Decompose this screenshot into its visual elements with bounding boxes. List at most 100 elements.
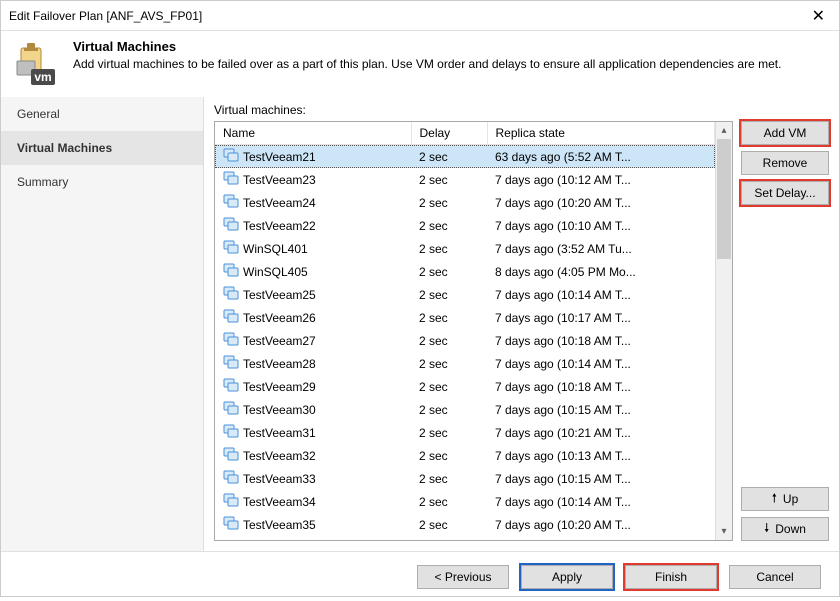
table-row[interactable]: TestVeeam212 sec63 days ago (5:52 AM T..…: [215, 145, 715, 169]
wizard-header: vm Virtual Machines Add virtual machines…: [1, 31, 839, 97]
vm-icon: [223, 193, 239, 212]
vm-name: TestVeeam32: [243, 449, 316, 463]
sidebar-item-virtual-machines[interactable]: Virtual Machines: [1, 131, 203, 165]
vm-icon: [223, 446, 239, 465]
move-down-button[interactable]: 🠗 Down: [741, 517, 829, 541]
move-up-button[interactable]: 🠕 Up: [741, 487, 829, 511]
sidebar-item-general[interactable]: General: [1, 97, 203, 131]
close-icon[interactable]: ✕: [806, 6, 831, 26]
vm-icon: [223, 423, 239, 442]
vm-icon: [223, 400, 239, 419]
add-vm-button[interactable]: Add VM: [741, 121, 829, 145]
table-row[interactable]: TestVeeam312 sec7 days ago (10:21 AM T..…: [215, 421, 715, 444]
move-down-label: Down: [775, 522, 806, 536]
vm-replica-state: 7 days ago (10:21 AM T...: [487, 421, 715, 444]
vm-icon: [223, 239, 239, 258]
table-row[interactable]: TestVeeam33 2 sec7 days ago (10:15 AM T..…: [215, 467, 715, 490]
vm-delay: 2 sec: [411, 283, 487, 306]
vm-delay: 2 sec: [411, 513, 487, 536]
vm-delay: 2 sec: [411, 145, 487, 169]
apply-button[interactable]: Apply: [521, 565, 613, 589]
vm-replica-state: 7 days ago (10:18 AM T...: [487, 329, 715, 352]
table-row[interactable]: TestVeeam322 sec7 days ago (10:13 AM T..…: [215, 444, 715, 467]
vm-name: TestVeeam22: [243, 219, 316, 233]
vm-name: TestVeeam23: [243, 173, 316, 187]
vm-icon: [223, 515, 239, 534]
vm-replica-state: 7 days ago (10:14 AM T...: [487, 352, 715, 375]
col-header-name[interactable]: Name: [215, 122, 411, 145]
table-row[interactable]: TestVeeam262 sec7 days ago (10:17 AM T..…: [215, 306, 715, 329]
table-row[interactable]: TestVeeam302 sec7 days ago (10:15 AM T..…: [215, 398, 715, 421]
remove-button[interactable]: Remove: [741, 151, 829, 175]
col-header-delay[interactable]: Delay: [411, 122, 487, 145]
vm-icon: [223, 147, 239, 166]
vm-icon: [223, 492, 239, 511]
table-row[interactable]: WinSQL4012 sec7 days ago (3:52 AM Tu...: [215, 237, 715, 260]
vm-delay: 2 sec: [411, 467, 487, 490]
vm-replica-state: 7 days ago (10:14 AM T...: [487, 490, 715, 513]
vm-table[interactable]: Name Delay Replica state TestVeeam21 2 se…: [215, 122, 715, 536]
move-up-label: Up: [783, 492, 798, 506]
table-row[interactable]: TestVeeam282 sec7 days ago (10:14 AM T..…: [215, 352, 715, 375]
vm-delay: 2 sec: [411, 306, 487, 329]
vm-replica-state: 7 days ago (10:20 AM T...: [487, 513, 715, 536]
vm-icon: [223, 354, 239, 373]
cancel-button[interactable]: Cancel: [729, 565, 821, 589]
scroll-down-arrow-icon[interactable]: ▾: [716, 523, 732, 540]
vm-delay: 2 sec: [411, 214, 487, 237]
vm-icon: [223, 469, 239, 488]
vm-replica-state: 7 days ago (10:17 AM T...: [487, 306, 715, 329]
previous-button[interactable]: < Previous: [417, 565, 509, 589]
set-delay-button[interactable]: Set Delay...: [741, 181, 829, 205]
vm-replica-state: 7 days ago (10:18 AM T...: [487, 375, 715, 398]
table-row[interactable]: TestVeeam25 2 sec7 days ago (10:14 AM T..…: [215, 283, 715, 306]
vm-name: TestVeeam33: [243, 472, 316, 486]
vm-delay: 2 sec: [411, 444, 487, 467]
finish-button[interactable]: Finish: [625, 565, 717, 589]
header-description: Add virtual machines to be failed over a…: [73, 56, 781, 72]
vm-name: TestVeeam27: [243, 334, 316, 348]
vm-name: WinSQL401: [243, 242, 308, 256]
vm-icon: [223, 331, 239, 350]
vm-icon: [223, 308, 239, 327]
vm-replica-state: 7 days ago (3:52 AM Tu...: [487, 237, 715, 260]
vm-name: TestVeeam24: [243, 196, 316, 210]
svg-text:vm: vm: [34, 70, 51, 84]
scroll-up-arrow-icon[interactable]: ▴: [716, 122, 732, 139]
vm-delay: 2 sec: [411, 329, 487, 352]
vm-name: TestVeeam21: [243, 150, 316, 164]
vm-icon: [223, 285, 239, 304]
vm-icon: [223, 170, 239, 189]
vm-name: TestVeeam31: [243, 426, 316, 440]
wizard-footer: < Previous Apply Finish Cancel: [1, 551, 839, 601]
table-row[interactable]: TestVeeam29 2 sec7 days ago (10:18 AM T..…: [215, 375, 715, 398]
table-row[interactable]: WinSQL4052 sec8 days ago (4:05 PM Mo...: [215, 260, 715, 283]
titlebar: Edit Failover Plan [ANF_AVS_FP01] ✕: [1, 1, 839, 31]
vertical-scrollbar[interactable]: ▴ ▾: [715, 122, 732, 540]
table-row[interactable]: TestVeeam342 sec7 days ago (10:14 AM T..…: [215, 490, 715, 513]
wizard-body: GeneralVirtual MachinesSummary Virtual m…: [1, 97, 839, 551]
vm-replica-state: 7 days ago (10:15 AM T...: [487, 467, 715, 490]
table-row[interactable]: TestVeeam242 sec7 days ago (10:20 AM T..…: [215, 191, 715, 214]
vm-icon: [223, 377, 239, 396]
wizard-steps-sidebar: GeneralVirtual MachinesSummary: [1, 97, 204, 551]
vm-list-label: Virtual machines:: [214, 103, 829, 117]
vm-name: TestVeeam30: [243, 403, 316, 417]
vm-delay: 2 sec: [411, 375, 487, 398]
vm-delay: 2 sec: [411, 490, 487, 513]
vm-replica-state: 8 days ago (4:05 PM Mo...: [487, 260, 715, 283]
vm-table-container: Name Delay Replica state TestVeeam21 2 se…: [214, 121, 733, 541]
col-header-state[interactable]: Replica state: [487, 122, 715, 145]
vm-replica-state: 7 days ago (10:14 AM T...: [487, 283, 715, 306]
vm-name: TestVeeam25: [243, 288, 316, 302]
sidebar-item-summary[interactable]: Summary: [1, 165, 203, 199]
table-row[interactable]: TestVeeam27 2 sec7 days ago (10:18 AM T..…: [215, 329, 715, 352]
vm-name: WinSQL405: [243, 265, 308, 279]
table-row[interactable]: TestVeeam222 sec7 days ago (10:10 AM T..…: [215, 214, 715, 237]
scroll-thumb[interactable]: [717, 139, 731, 259]
vm-replica-state: 7 days ago (10:12 AM T...: [487, 168, 715, 191]
vm-name: TestVeeam29: [243, 380, 316, 394]
header-title: Virtual Machines: [73, 39, 781, 54]
table-row[interactable]: TestVeeam352 sec7 days ago (10:20 AM T..…: [215, 513, 715, 536]
table-row[interactable]: TestVeeam232 sec7 days ago (10:12 AM T..…: [215, 168, 715, 191]
